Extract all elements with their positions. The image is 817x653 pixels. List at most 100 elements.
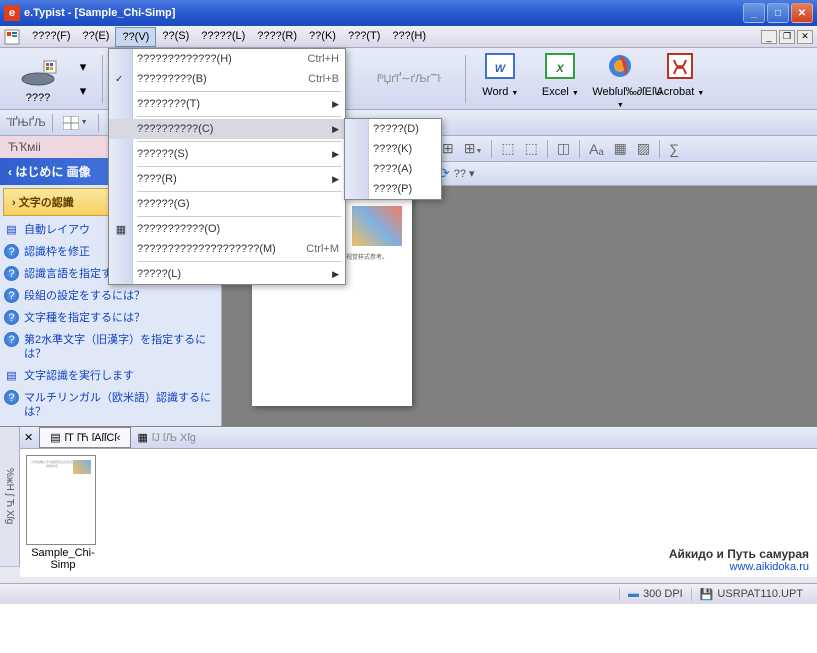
mdi-restore-button[interactable]: ❐ <box>779 30 795 44</box>
sidebar-link[interactable]: ▤文字認識を実行します <box>0 365 221 387</box>
excel-icon: X <box>540 48 580 84</box>
mdi-minimize-button[interactable]: _ <box>761 30 777 44</box>
bottom-tab-1[interactable]: ▤ ſТ ſЋ ſАſſСſ‹ <box>39 427 131 448</box>
window-titlebar: e e.Typist - [Sample_Chi-Simp] _ □ ✕ <box>0 0 817 26</box>
word-button[interactable]: WWord ▼ <box>470 48 530 110</box>
toolbar-dropdown-1[interactable]: ▾ <box>72 56 94 78</box>
help-icon: ? <box>4 244 19 259</box>
bottom-panel: %жН ʃ Ћ Хſg ✕ ▤ ſТ ſЋ ſАſſСſ‹ ▦ ſЈ ſЉ Хſ… <box>0 426 817 566</box>
view-menu-dropdown: ?????????????(H)Ctrl+H✓?????????(B)Ctrl+… <box>108 48 346 285</box>
toolbar-dropdown-2[interactable]: ▾ <box>72 80 94 102</box>
close-panel-icon[interactable]: ✕ <box>24 431 33 444</box>
submenu-arrow-icon: ▶ <box>332 269 339 280</box>
menubar-doc-icon[interactable] <box>4 29 20 45</box>
tool-btn-2[interactable]: ⊞▼ <box>459 138 488 159</box>
acrobat-button[interactable]: Acrobat ▼ <box>650 48 710 110</box>
webrowser-button[interactable]: Webſuſ‰∂ſEſU ▼ <box>590 48 650 110</box>
help-icon: ? <box>4 266 19 281</box>
menu-v[interactable]: ??(V) <box>115 27 156 47</box>
submenu-item[interactable]: ????(K) <box>345 139 441 159</box>
tool-btn-4[interactable]: ⬚ <box>520 138 543 159</box>
scan-label: ???? <box>10 92 66 104</box>
app-icon: e <box>4 5 20 21</box>
menu-item[interactable]: ✓?????????(B)Ctrl+B <box>109 69 345 89</box>
page-thumbnail[interactable]: 示例缩略文字内容预览占位区块排版样式 Sample_Chi-Simp <box>26 455 100 571</box>
menu-item[interactable]: ▦???????????(O) <box>109 219 345 239</box>
menu-item[interactable]: ??????(S)▶ <box>109 144 345 164</box>
watermark: Айкидо и Путь самурая www.aikidoka.ru <box>669 547 809 573</box>
menu-item[interactable]: ?????(L)▶ <box>109 264 345 284</box>
sidebar-link[interactable]: ?表を認識するには？ <box>0 423 221 426</box>
tool-btn-5[interactable]: ◫ <box>552 138 575 159</box>
acrobat-icon <box>660 48 700 84</box>
thumbnail-label: Sample_Chi-Simp <box>26 547 100 571</box>
tool-btn-6[interactable]: Aₐ <box>584 139 609 159</box>
submenu-arrow-icon: ▶ <box>332 149 339 160</box>
bottom-body: 示例缩略文字内容预览占位区块排版样式 Sample_Chi-Simp Айкид… <box>20 449 817 577</box>
tab-page-icon: ▦ <box>137 431 147 444</box>
bottom-tabs: ✕ ▤ ſТ ſЋ ſАſſСſ‹ ▦ ſЈ ſЉ Хſg <box>20 427 817 449</box>
menu-l[interactable]: ?????(L) <box>195 27 251 47</box>
tool-btn-8[interactable]: ▨ <box>632 138 655 159</box>
menu-item[interactable]: ?????????????(H)Ctrl+H <box>109 49 345 69</box>
menu-h[interactable]: ???(H) <box>386 27 432 47</box>
menubar: ????(F)??(E)??(V)??(S)?????(L)????(R)??(… <box>0 26 817 48</box>
view-submenu: ?????(D)????(K)????(A)????(P) <box>344 118 442 200</box>
menu-s[interactable]: ??(S) <box>156 27 195 47</box>
window-title: e.Typist - [Sample_Chi-Simp] <box>24 7 175 19</box>
menu-f[interactable]: ????(F) <box>26 27 77 47</box>
tool-btn-9[interactable]: ∑ <box>664 139 684 159</box>
close-button[interactable]: ✕ <box>791 3 813 23</box>
menu-k[interactable]: ??(K) <box>303 27 342 47</box>
submenu-arrow-icon: ▶ <box>332 174 339 185</box>
menu-item[interactable]: ??????????(C)▶ <box>109 119 345 139</box>
disk-icon: 💾 <box>700 588 714 601</box>
submenu-item[interactable]: ?????(D) <box>345 119 441 139</box>
tool-btn-3[interactable]: ⬚ <box>496 138 519 159</box>
tb2-left-text: ˝ſҐЊҐЉ <box>6 117 46 129</box>
submenu-arrow-icon: ▶ <box>332 124 339 135</box>
status-file: 💾 USRPAT110.UPT <box>691 588 811 601</box>
doc-icon: ▤ <box>4 222 19 237</box>
check-icon: ✓ <box>115 74 123 85</box>
help-icon: ? <box>4 288 19 303</box>
sidebar-link[interactable]: ?段組の設定をするには？ <box>0 285 221 307</box>
statusbar: ▬ 300 DPI 💾 USRPAT110.UPT <box>0 583 817 604</box>
submenu-arrow-icon: ▶ <box>332 99 339 110</box>
grid-icon <box>63 116 79 130</box>
sidebar-link[interactable]: ?第2水準文字（旧漢字）を指定するには？ <box>0 329 221 365</box>
submenu-item[interactable]: ????(P) <box>345 179 441 199</box>
status-dpi: ▬ 300 DPI <box>619 588 691 600</box>
minimize-button[interactable]: _ <box>743 3 765 23</box>
maximize-button[interactable]: □ <box>767 3 789 23</box>
menu-t[interactable]: ???(T) <box>342 27 386 47</box>
sidebar-link[interactable]: ?文字種を指定するには？ <box>0 307 221 329</box>
watermark-text-1: Айкидо и Путь самурая <box>669 547 809 561</box>
scan-button[interactable]: ???? <box>8 52 68 106</box>
bottom-vertical-tab[interactable]: %жН ʃ Ћ Хſg <box>0 427 20 566</box>
menu-e[interactable]: ??(E) <box>77 27 116 47</box>
page-image-placeholder <box>352 206 402 246</box>
menu-item[interactable]: ????(R)▶ <box>109 169 345 189</box>
submenu-item[interactable]: ????(A) <box>345 159 441 179</box>
scanner-icon <box>18 54 58 90</box>
svg-text:X: X <box>556 63 565 75</box>
sidebar-link[interactable]: ?マルチリンガル（欧米語）認識するには？ <box>0 387 221 423</box>
tool-btn-7[interactable]: ▦ <box>609 138 632 159</box>
menu-item[interactable]: ????????(T)▶ <box>109 94 345 114</box>
menu-item[interactable]: ??????(G) <box>109 194 345 214</box>
grid-dropdown-button[interactable]: ▼ <box>59 114 92 132</box>
doc-tb2-text[interactable]: ?? ▾ <box>454 167 475 180</box>
grid-icon: ▦ <box>113 221 129 237</box>
thumbnail-image: 示例缩略文字内容预览占位区块排版样式 <box>26 455 96 545</box>
display-icon: ▬ <box>628 588 639 600</box>
mdi-close-button[interactable]: ✕ <box>797 30 813 44</box>
tab-doc-icon: ▤ <box>50 431 60 444</box>
word-icon: W <box>480 48 520 84</box>
bottom-tab-2-label[interactable]: ſЈ ſЉ Хſg <box>152 432 196 444</box>
svg-text:W: W <box>495 63 507 75</box>
menu-r[interactable]: ????(R) <box>251 27 303 47</box>
menu-item[interactable]: ????????????????????(M)Ctrl+M <box>109 239 345 259</box>
excel-button[interactable]: XExcel ▼ <box>530 48 590 110</box>
toolbar-placeholder-text: ſºЏґҐ∼ґЉr˝҆˜ŀ <box>357 72 461 85</box>
